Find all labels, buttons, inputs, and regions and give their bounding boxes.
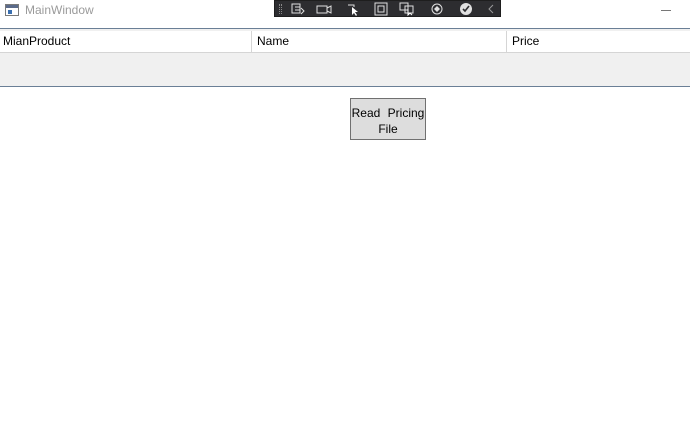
track-focus-icon[interactable] bbox=[399, 2, 415, 16]
select-element-icon[interactable] bbox=[346, 2, 362, 16]
column-header-name[interactable]: Name bbox=[252, 31, 507, 52]
app-window-icon bbox=[5, 4, 19, 16]
minimize-button[interactable] bbox=[656, 0, 676, 20]
video-camera-icon[interactable] bbox=[316, 2, 332, 16]
window-title: MainWindow bbox=[25, 3, 94, 17]
go-to-live-visual-tree-icon[interactable] bbox=[290, 2, 306, 16]
read-pricing-file-button[interactable]: Read Pricing File bbox=[350, 98, 426, 140]
products-data-grid[interactable]: MianProduct Name Price bbox=[0, 29, 690, 87]
toolbar-grip-icon[interactable] bbox=[279, 4, 282, 14]
collapse-chevron-icon[interactable] bbox=[484, 2, 500, 16]
hot-reload-icon[interactable] bbox=[429, 2, 445, 16]
column-header-mianproduct[interactable]: MianProduct bbox=[0, 31, 252, 52]
debug-toolbar bbox=[274, 0, 501, 17]
display-layout-adorners-icon[interactable] bbox=[373, 2, 389, 16]
column-header-price[interactable]: Price bbox=[507, 31, 690, 52]
grid-header-row: MianProduct Name Price bbox=[0, 31, 690, 53]
binding-check-icon[interactable] bbox=[458, 2, 474, 16]
